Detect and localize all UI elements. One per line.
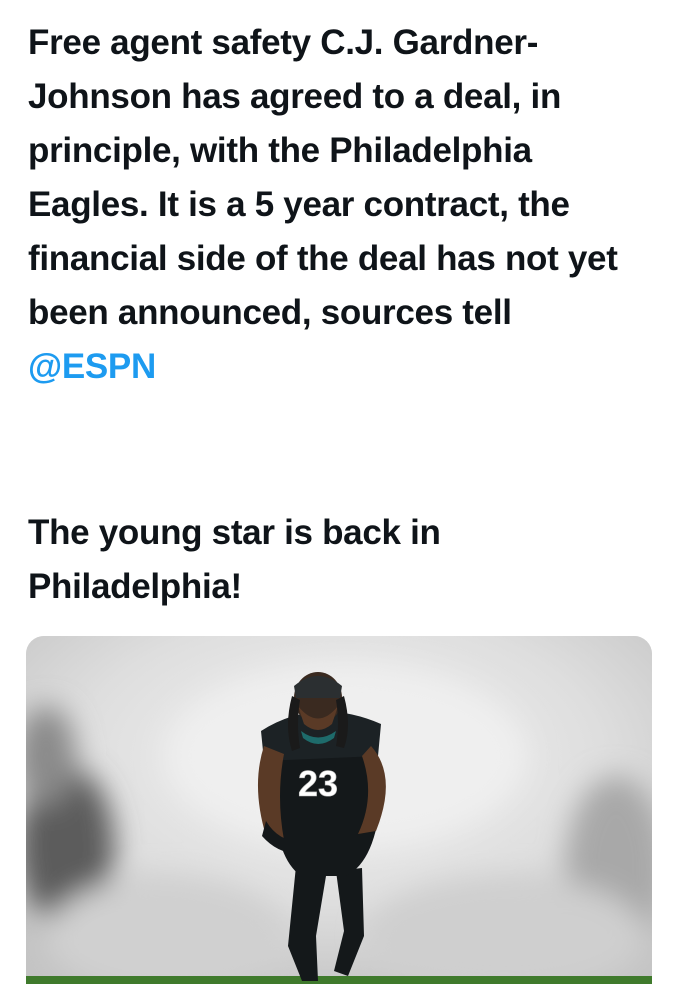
tweet-paragraph-2: The young star is back in Philadelphia! <box>28 513 441 606</box>
player-photo-illustration: 23 <box>26 636 652 984</box>
jersey-number: 23 <box>298 763 338 804</box>
tweet-body-text: Free agent safety C.J. Gardner-Johnson h… <box>28 23 618 332</box>
tweet-text: Free agent safety C.J. Gardner-Johnson h… <box>28 16 658 394</box>
tweet-paragraph-1: Free agent safety C.J. Gardner-Johnson h… <box>28 16 658 394</box>
turf-strip <box>26 976 652 984</box>
espn-mention-link[interactable]: @ESPN <box>28 347 156 386</box>
tweet-post: Free agent safety C.J. Gardner-Johnson h… <box>0 0 673 984</box>
tweet-media-photo[interactable]: 23 <box>26 636 652 984</box>
